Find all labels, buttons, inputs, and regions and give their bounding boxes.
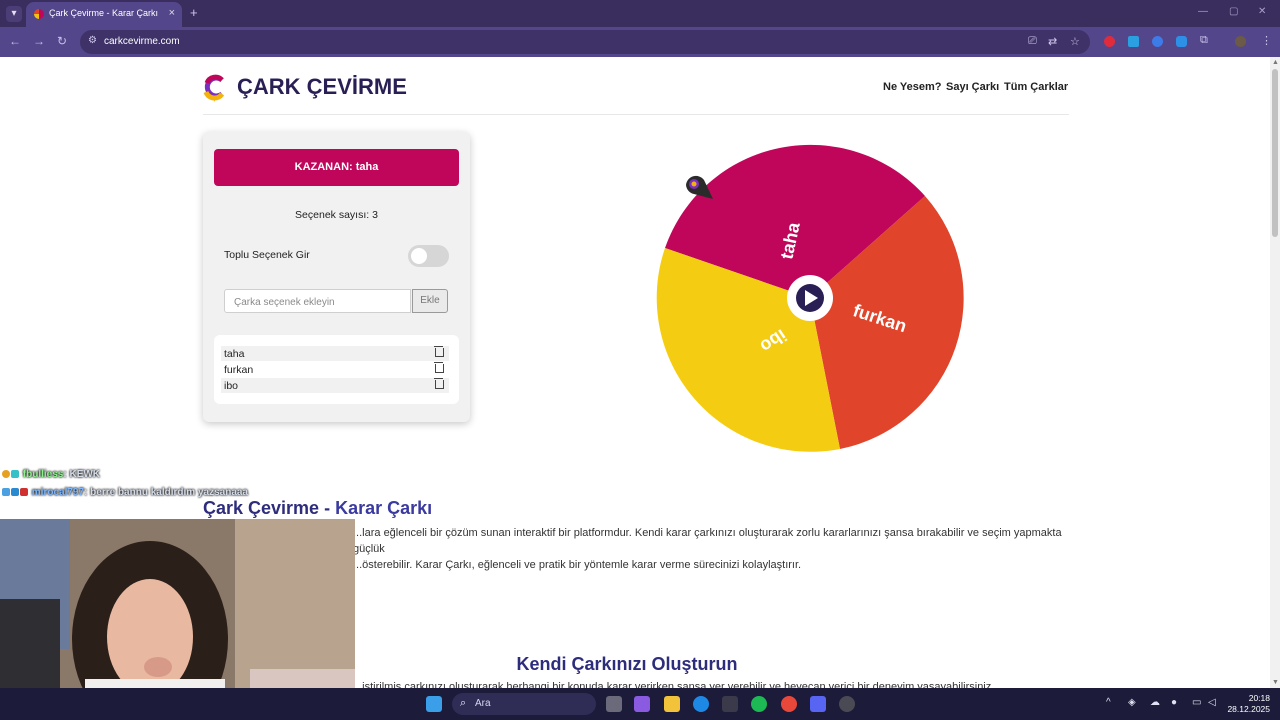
forward-icon[interactable]: →	[33, 34, 45, 48]
copilot-icon[interactable]	[634, 696, 650, 712]
list-item: ibo	[221, 378, 449, 393]
nav-link-tum-carklar[interactable]: Tüm Çarklar	[1004, 81, 1068, 93]
clock-time: 20:18	[1248, 693, 1270, 703]
extensions-puzzle-icon[interactable]: ⧉	[1200, 34, 1208, 47]
chat-badge-icon	[20, 488, 28, 496]
taskbar-clock[interactable]: 20:18 28.12.2025	[1222, 693, 1270, 715]
taskbar-search[interactable]: ⌕ Ara	[452, 693, 596, 715]
extension-adblock-icon[interactable]	[1104, 36, 1115, 47]
edge-icon[interactable]	[693, 696, 709, 712]
windows-taskbar: ⌕ Ara ^ ◈ ☁ ● ▭ ◁ 20:18 28.12.2025	[0, 688, 1280, 720]
chrome-icon[interactable]	[781, 696, 797, 712]
new-tab-button[interactable]: +	[190, 5, 198, 20]
browser-menu-icon[interactable]: ⋮	[1261, 34, 1272, 47]
trash-icon[interactable]	[434, 378, 444, 389]
section-heading-about: Çark Çevirme - Karar Çarkı	[203, 498, 432, 519]
taskbar-search-label: Ara	[475, 698, 491, 709]
minimize-window-icon[interactable]: —	[1198, 6, 1208, 17]
profile-avatar[interactable]	[1235, 36, 1246, 47]
option-input-wrapper	[224, 289, 411, 313]
header-divider	[203, 114, 1069, 115]
scrollbar-thumb[interactable]	[1272, 69, 1278, 237]
site-info-icon[interactable]: ⚙	[88, 35, 97, 46]
reload-icon[interactable]: ↻	[57, 34, 67, 48]
translate-icon[interactable]: ⇄	[1048, 35, 1057, 48]
url-text: carkcevirme.com	[104, 36, 180, 47]
trash-icon[interactable]	[434, 362, 444, 373]
chat-badge-icon	[11, 488, 19, 496]
chat-badge-icon	[2, 470, 10, 478]
extension-7tv-icon[interactable]	[1128, 36, 1139, 47]
task-view-icon[interactable]	[606, 696, 622, 712]
nav-link-ne-yesem[interactable]: Ne Yesem?	[883, 81, 942, 93]
tray-cloud-icon[interactable]: ☁	[1150, 697, 1160, 708]
bulk-entry-toggle[interactable]	[408, 245, 449, 267]
close-window-icon[interactable]: ✕	[1258, 6, 1266, 17]
volume-icon[interactable]: ◁	[1208, 697, 1216, 708]
chat-username: mirocal797	[31, 487, 85, 498]
list-item: furkan	[221, 362, 449, 377]
scroll-down-icon[interactable]: ▼	[1272, 679, 1279, 686]
chat-badge-icon	[11, 470, 19, 478]
clock-date: 28.12.2025	[1227, 704, 1270, 714]
list-item: taha	[221, 346, 449, 361]
wheel-pointer-icon	[686, 175, 713, 199]
browser-tab-active[interactable]: Çark Çevirme - Karar Çarkı ×	[26, 2, 182, 27]
trash-icon[interactable]	[434, 346, 444, 357]
option-label: furkan	[224, 364, 254, 376]
nav-link-sayi-carki[interactable]: Sayı Çarkı	[946, 81, 999, 93]
scroll-up-icon[interactable]: ▲	[1272, 59, 1279, 66]
start-menu-icon[interactable]	[426, 696, 442, 712]
install-app-icon[interactable]: ⎚	[1028, 35, 1037, 48]
browser-toolbar: ← → ↻ ⚙ carkcevirme.com ⎚ ⇄ ☆ ⧉ ⋮	[0, 27, 1280, 57]
chat-badge-icon	[2, 488, 10, 496]
file-explorer-icon[interactable]	[664, 696, 680, 712]
tab-close-icon[interactable]: ×	[169, 7, 175, 19]
tray-app-icon[interactable]: ◈	[1128, 697, 1136, 708]
site-logo-icon[interactable]	[203, 74, 225, 102]
chat-text: : berre bannu kaldırdım yazsanaaa	[84, 487, 248, 498]
site-logo-text[interactable]: ÇARK ÇEVİRME	[237, 74, 407, 100]
discord-icon[interactable]	[810, 696, 826, 712]
option-label: taha	[224, 348, 245, 360]
tab-search-button[interactable]: ▾	[6, 6, 22, 22]
extension-blue-icon[interactable]	[1176, 36, 1187, 47]
store-icon[interactable]	[722, 696, 738, 712]
search-icon: ⌕	[460, 697, 467, 709]
spotify-icon[interactable]	[751, 696, 767, 712]
maximize-window-icon[interactable]: ▢	[1229, 6, 1238, 17]
tray-overflow-icon[interactable]: ^	[1106, 697, 1111, 708]
page-scrollbar[interactable]: ▲ ▼	[1270, 57, 1280, 688]
extension-audio-icon[interactable]	[1152, 36, 1163, 47]
back-icon[interactable]: ←	[9, 34, 21, 48]
tab-title: Çark Çevirme - Karar Çarkı	[49, 8, 159, 18]
network-icon[interactable]: ▭	[1192, 697, 1201, 708]
bulk-entry-label: Toplu Seçenek Gir	[224, 249, 310, 261]
heading-part-2: Karar Çarkı	[335, 498, 433, 518]
chat-text: : KEWK	[63, 469, 101, 480]
chat-username: fbulliess	[22, 469, 64, 480]
option-list: taha furkan ibo	[214, 335, 459, 404]
add-option-button[interactable]: Ekle	[412, 289, 448, 313]
option-count: Seçenek sayısı: 3	[295, 209, 378, 221]
toggle-knob	[411, 248, 427, 264]
winner-banner: KAZANAN: taha	[214, 149, 459, 186]
steam-icon[interactable]	[839, 696, 855, 712]
browser-tab-bar: ▾ Çark Çevirme - Karar Çarkı × + — ▢ ✕	[0, 0, 1280, 27]
site-favicon-icon	[34, 9, 44, 19]
bookmark-star-icon[interactable]: ☆	[1070, 35, 1080, 48]
heading-part-1: Çark Çevirme -	[203, 498, 336, 518]
wheel-control-panel: KAZANAN: taha Seçenek sayısı: 3 Toplu Se…	[203, 132, 470, 422]
microphone-icon[interactable]: ●	[1171, 697, 1177, 708]
option-label: ibo	[224, 380, 239, 392]
address-bar[interactable]: ⚙ carkcevirme.com ⎚ ⇄ ☆	[80, 30, 1090, 54]
chat-message: mirocal797: berre bannu kaldırdım yazsan…	[2, 487, 248, 498]
chat-message: fbulliess: KEWK	[2, 469, 100, 480]
option-input[interactable]	[232, 291, 411, 313]
